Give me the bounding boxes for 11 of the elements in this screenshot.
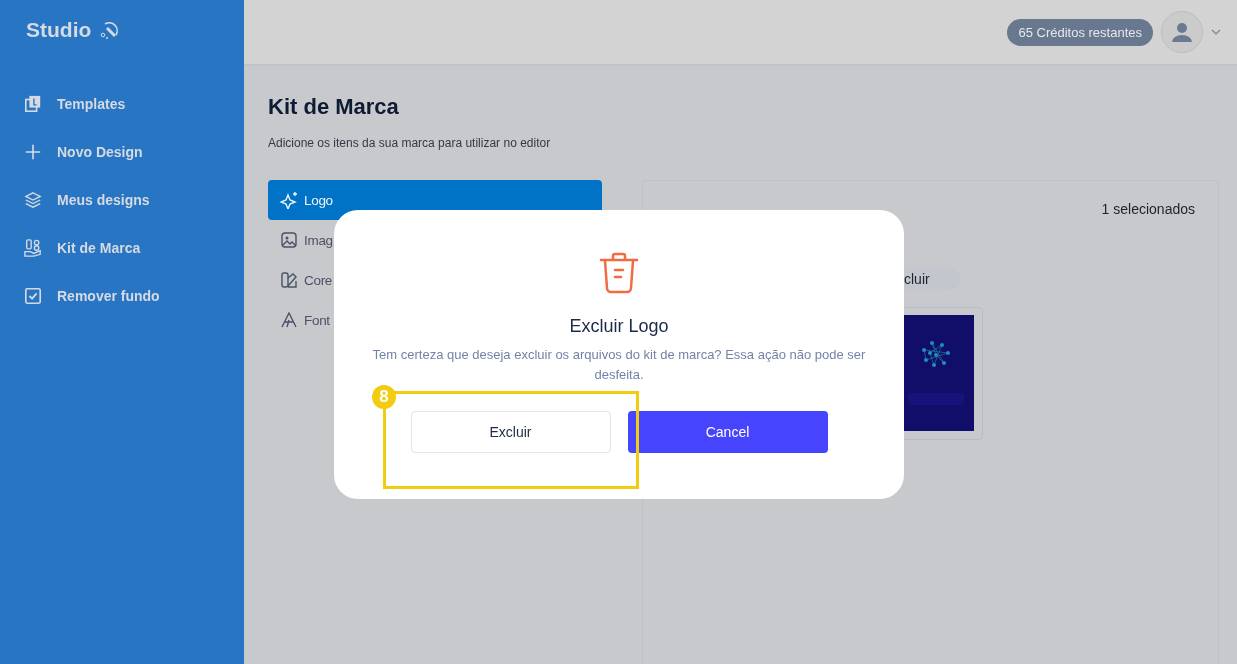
dialog-title: Excluir Logo <box>569 316 669 337</box>
sidebar-label: Meus designs <box>57 192 150 208</box>
dialog-message: Tem certeza que deseja excluir os arquivos do kit de marca? Essa ação não pode ser desfeita. <box>371 346 867 384</box>
sidebar-label: Kit de Marca <box>57 240 141 256</box>
credits-badge: 65 Créditos restantes <box>1007 18 1153 46</box>
page-title: Kit de Marca <box>268 94 400 120</box>
selection-count: 1 selecionados <box>1101 201 1195 217</box>
page-subtitle: Adicione os itens da sua marca para utilizar no editor <box>268 136 552 150</box>
sidebar-label: Novo Design <box>57 144 143 160</box>
sidebar-label: Remover fundo <box>57 288 160 304</box>
sidebar-label: Templates <box>57 96 126 112</box>
